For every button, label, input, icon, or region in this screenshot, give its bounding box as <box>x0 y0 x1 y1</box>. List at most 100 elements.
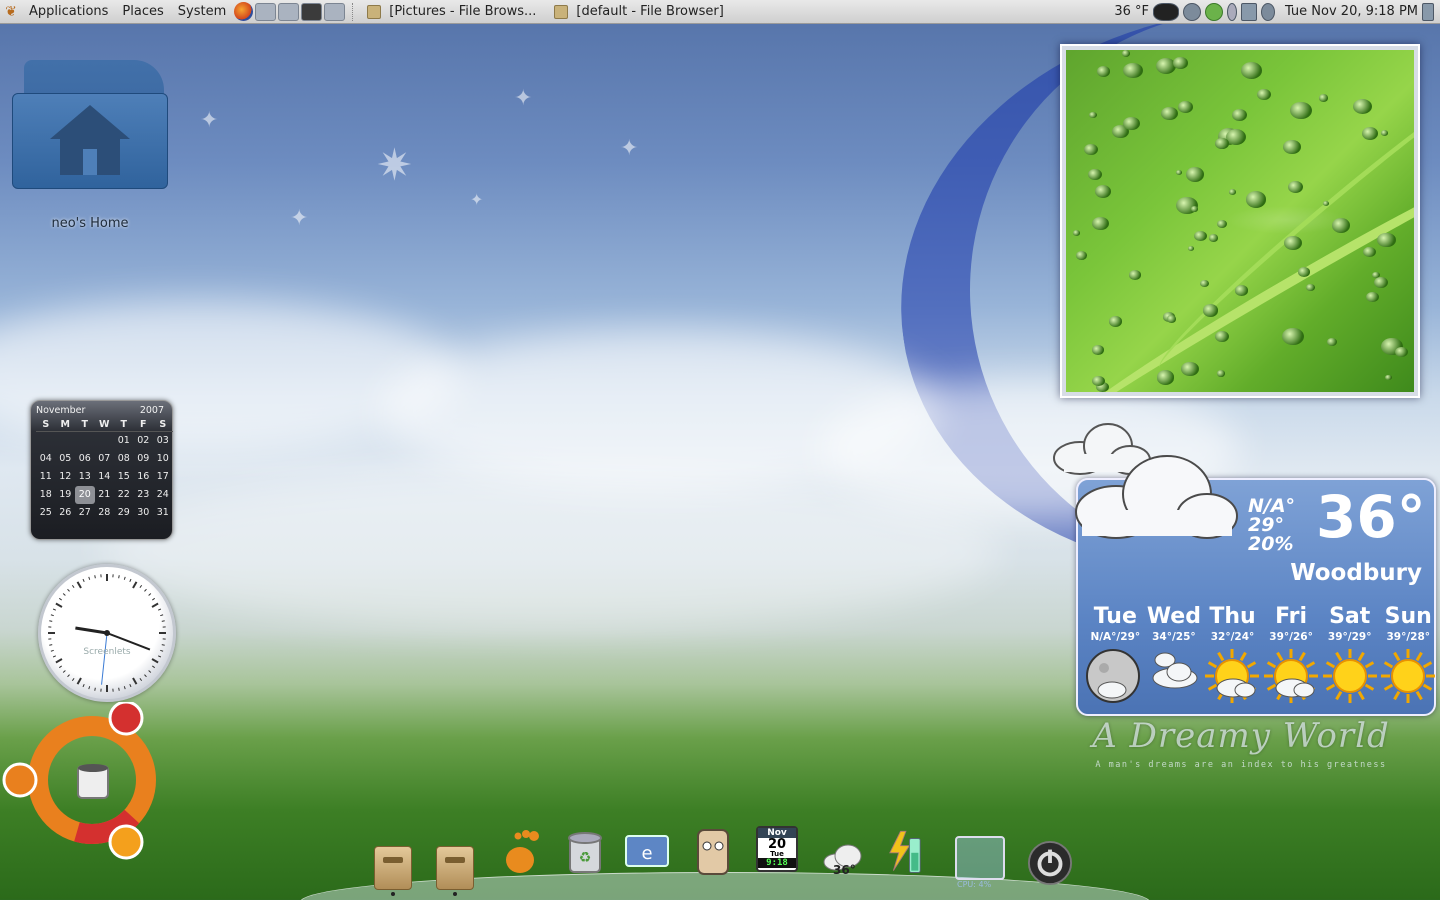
calendar-day[interactable]: 23 <box>134 486 154 504</box>
water-drop <box>1380 129 1389 136</box>
task-label: [default - File Browser] <box>576 4 724 19</box>
calendar-day[interactable]: 12 <box>56 468 76 486</box>
network-status-icon[interactable] <box>1204 2 1223 21</box>
calendar-day[interactable]: 28 <box>95 504 115 522</box>
calendar-day[interactable]: 18 <box>36 486 56 504</box>
menu-applications[interactable]: Applications <box>22 0 115 24</box>
weather-now-details: N/A° 29° 20% <box>1248 497 1295 554</box>
water-drop <box>1377 232 1396 248</box>
calendar-day[interactable]: 16 <box>134 468 154 486</box>
forecast-day-name: Wed <box>1146 604 1201 629</box>
water-drop <box>1245 191 1267 208</box>
calendar-day[interactable]: 24 <box>153 486 173 504</box>
water-drop <box>1096 65 1110 77</box>
calendar-day[interactable]: 29 <box>114 504 134 522</box>
weather-now-humidity: 20% <box>1248 533 1294 555</box>
task-default-file-browser[interactable]: [default - File Browser] <box>548 2 729 22</box>
calendar-day[interactable]: 26 <box>56 504 76 522</box>
calendar-clock-icon[interactable]: Nov 20 Tue 9:18 <box>756 826 798 872</box>
cpu-monitor-icon[interactable] <box>955 836 1005 880</box>
calendar-day[interactable]: 13 <box>75 468 95 486</box>
home-folder-label[interactable]: neo's Home <box>30 216 150 231</box>
calendar-day[interactable]: 21 <box>95 486 115 504</box>
trash-icon[interactable]: ♻ <box>562 826 608 876</box>
dock-temperature[interactable]: 36° <box>833 863 856 877</box>
calendar-day[interactable]: 19 <box>56 486 76 504</box>
calendar-day[interactable]: 03 <box>153 432 173 450</box>
calendar-screenlet[interactable]: November 2007 S M T W T F S 01 02 03 04 05 06 07 08 09 1… <box>30 400 173 540</box>
panel-clock[interactable]: Tue Nov 20, 9:18 PM <box>1285 4 1418 19</box>
calendar-day[interactable]: 09 <box>134 450 154 468</box>
calendar-day[interactable]: 05 <box>56 450 76 468</box>
weather-current-temp: 36° <box>1316 483 1426 551</box>
firefox-launcher-icon[interactable] <box>234 2 254 21</box>
file-cabinet-icon[interactable] <box>374 846 412 890</box>
calendar-day[interactable]: 15 <box>114 468 134 486</box>
logout-icon[interactable] <box>1422 2 1434 21</box>
calendar-day[interactable]: 10 <box>153 450 173 468</box>
file-cabinet-icon[interactable] <box>436 846 474 890</box>
water-drop <box>1352 98 1372 115</box>
water-drop <box>1240 61 1263 79</box>
calendar-day[interactable]: 31 <box>153 504 173 522</box>
calendar-day[interactable]: 01 <box>114 432 134 450</box>
calendar-day[interactable]: 27 <box>75 504 95 522</box>
eyes-icon[interactable] <box>1152 2 1179 21</box>
task-pictures-file-browser[interactable]: [Pictures - File Brows... <box>361 2 542 22</box>
mail-launcher-icon[interactable] <box>255 2 277 21</box>
calendar-day[interactable]: 07 <box>95 450 115 468</box>
bluetooth-icon[interactable] <box>1226 2 1237 21</box>
calendar-day[interactable]: 20 <box>75 486 95 504</box>
water-drop <box>1283 235 1302 251</box>
sunny-icon <box>1379 648 1438 708</box>
menu-places[interactable]: Places <box>115 0 170 24</box>
signal-strength-icon[interactable] <box>1240 2 1257 21</box>
calendar-day[interactable]: 30 <box>134 504 154 522</box>
calendar-day[interactable]: 17 <box>153 468 173 486</box>
screenshot-launcher-icon[interactable] <box>278 2 300 21</box>
water-drop <box>1215 330 1230 342</box>
water-drop <box>1128 270 1141 281</box>
calendar-day-header: S <box>36 418 56 432</box>
gnome-foot-icon[interactable]: ❦ <box>0 0 22 24</box>
running-indicator <box>453 892 457 896</box>
calendar-day[interactable]: 08 <box>114 450 134 468</box>
second-hand <box>101 632 108 685</box>
home-folder-icon[interactable] <box>10 55 170 190</box>
calendar-day[interactable]: 25 <box>36 504 56 522</box>
photo-frame-screenlet[interactable] <box>1060 44 1420 398</box>
water-drop <box>1326 337 1337 346</box>
battery-power-icon[interactable] <box>882 826 928 876</box>
sunny-icon <box>1320 648 1379 708</box>
calendar-day[interactable]: 02 <box>134 432 154 450</box>
volume-icon[interactable] <box>1260 2 1275 21</box>
media-play-icon[interactable] <box>1182 2 1201 21</box>
water-drop <box>1318 94 1329 102</box>
terminal-launcher-icon[interactable] <box>301 2 323 21</box>
dilbert-comic-icon[interactable] <box>690 826 736 876</box>
calendar-day-header: T <box>75 418 95 432</box>
star-decoration: ✦ <box>620 136 639 161</box>
calendar-day[interactable]: 04 <box>36 450 56 468</box>
calendar-day[interactable]: 14 <box>95 468 115 486</box>
mail-icon[interactable]: e <box>624 826 670 876</box>
water-drop <box>1283 139 1301 154</box>
calendar-day[interactable]: 06 <box>75 450 95 468</box>
hour-hand <box>75 626 108 635</box>
menu-system[interactable]: System <box>171 0 233 24</box>
cloudy-icon <box>1145 648 1204 708</box>
forecast-temp-range: 39°/29° <box>1327 631 1372 643</box>
calendar-day[interactable]: 22 <box>114 486 134 504</box>
water-drop <box>1092 345 1104 355</box>
folder-icon <box>367 4 382 19</box>
calendar-grid: S M T W T F S 01 02 03 04 05 06 07 08 09 10 11 12 13 14 15 16 1… <box>31 416 173 522</box>
power-button-icon[interactable] <box>1027 838 1073 888</box>
calendar-day-header: M <box>55 418 75 432</box>
gnome-foot-icon[interactable] <box>498 826 544 876</box>
image-viewer-launcher-icon[interactable] <box>324 2 346 21</box>
forecast-temp-range: N/A°/29° <box>1090 631 1141 643</box>
calendar-day[interactable]: 11 <box>36 468 56 486</box>
panel-weather-temp[interactable]: 36 °F <box>1114 4 1149 19</box>
weather-screenlet[interactable]: N/A° 29° 20% 36° Woodbury Tue N/A°/29° Wed… <box>1075 455 1438 716</box>
clock-screenlet[interactable]: Screenlets <box>38 564 176 702</box>
